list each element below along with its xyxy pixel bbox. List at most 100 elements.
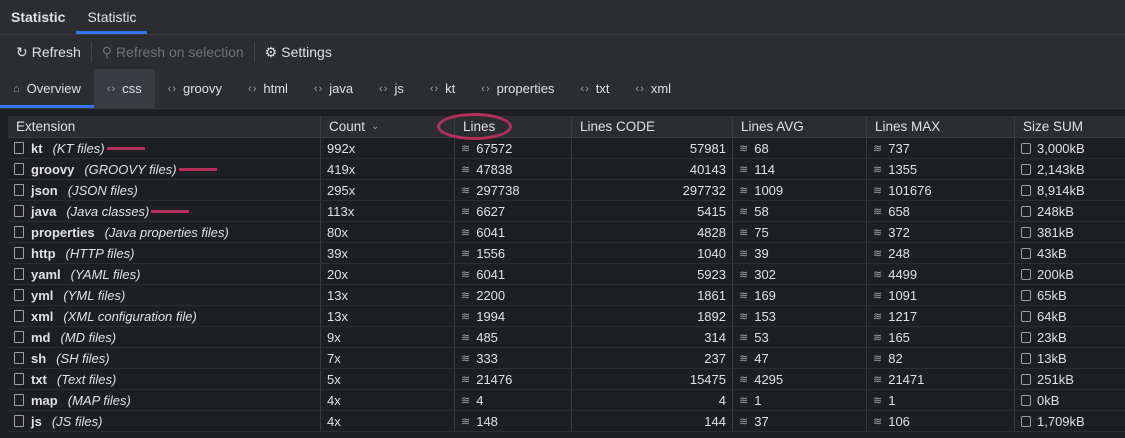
settings-button[interactable]: ⚙ Settings: [261, 44, 336, 61]
size-value: 64kB: [1037, 308, 1067, 324]
tab-Overview[interactable]: ⌂ Overview: [0, 69, 94, 108]
tab-html[interactable]: ‹› html: [235, 69, 301, 108]
table-row[interactable]: sh (SH files) 7x ≋ 333 237 ≋ 47 ≋ 82 13kB: [8, 348, 1125, 369]
table-row[interactable]: md (MD files) 9x ≋ 485 314 ≋ 53 ≋ 165 23kB: [8, 327, 1125, 348]
cell-size-sum: 64kB: [1015, 306, 1125, 326]
layers-icon: ≋: [873, 268, 883, 281]
cell-lines-max: ≋ 82: [867, 348, 1015, 368]
save-icon: [1021, 268, 1031, 280]
cell-lines-max: ≋ 106: [867, 411, 1015, 431]
cell-lines-code: 15475: [572, 369, 733, 389]
avg-value: 302: [754, 266, 776, 282]
cell-extension: java (Java classes): [8, 201, 321, 221]
avg-value: 1009: [754, 182, 784, 198]
table-row[interactable]: yaml (YAML files) 20x ≋ 6041 5923 ≋ 302 ≋ 44…: [8, 264, 1125, 285]
table-row[interactable]: properties (Java properties files) 80x ≋ 6…: [8, 222, 1125, 243]
size-value: 1,709kB: [1037, 413, 1085, 429]
cell-count: 4x: [321, 390, 455, 410]
table-row[interactable]: kt (KT files) 992x ≋ 67572 57981 ≋ 68 ≋ 737 …: [8, 138, 1125, 159]
search-icon: ⚲: [101, 43, 113, 60]
cell-lines: ≋ 6627: [455, 201, 572, 221]
table-row[interactable]: json (JSON files) 295x ≋ 297738 297732 ≋ 10…: [8, 180, 1125, 201]
cell-lines: ≋ 485: [455, 327, 572, 347]
cell-extension: groovy (GROOVY files): [8, 159, 321, 179]
layers-icon: ≋: [873, 394, 883, 407]
column-size-sum[interactable]: Size SUM: [1015, 116, 1125, 137]
cell-size-sum: 251kB: [1015, 369, 1125, 389]
column-lines-max[interactable]: Lines MAX: [867, 116, 1015, 137]
file-icon: [14, 226, 24, 238]
layers-icon: ≋: [873, 163, 883, 176]
tab-properties[interactable]: ‹› properties: [468, 69, 567, 108]
cell-extension: txt (Text files): [8, 369, 321, 389]
tab-txt[interactable]: ‹› txt: [567, 69, 622, 108]
table-row[interactable]: http (HTTP files) 39x ≋ 1556 1040 ≋ 39 ≋ 248…: [8, 243, 1125, 264]
extension-name: sh: [31, 350, 47, 366]
tab-kt[interactable]: ‹› kt: [417, 69, 468, 108]
file-icon: [14, 373, 24, 385]
tab-js[interactable]: ‹› js: [366, 69, 417, 108]
tab-xml[interactable]: ‹› xml: [622, 69, 684, 108]
tab-label: kt: [445, 81, 456, 96]
code-icon: ‹›: [379, 82, 389, 95]
layers-icon: ≋: [873, 331, 883, 344]
tab-java[interactable]: ‹› java: [301, 69, 366, 108]
tab-css[interactable]: ‹› css: [93, 69, 155, 108]
table-row[interactable]: yml (YML files) 13x ≋ 2200 1861 ≋ 169 ≋ 1091…: [8, 285, 1125, 306]
max-value: 1: [888, 392, 896, 408]
table-header: Extension Count ⌄ Lines Lines CODE Lines …: [8, 116, 1125, 138]
layers-icon: ≋: [873, 289, 883, 302]
window-tab-statistic[interactable]: Statistic: [76, 0, 148, 34]
column-lines-avg[interactable]: Lines AVG: [733, 116, 867, 137]
file-icon: [14, 331, 24, 343]
refresh-button[interactable]: ↻ Refresh: [12, 44, 85, 61]
cell-lines-avg: ≋ 58: [733, 201, 867, 221]
table-row[interactable]: groovy (GROOVY files) 419x ≋ 47838 40143 ≋…: [8, 159, 1125, 180]
extension-description: (XML configuration file): [63, 308, 197, 324]
cell-lines-avg: ≋ 68: [733, 138, 867, 158]
cell-extension: json (JSON files): [8, 180, 321, 200]
avg-value: 68: [754, 140, 769, 156]
table-row[interactable]: xml (XML configuration file) 13x ≋ 1994 18…: [8, 306, 1125, 327]
layers-icon: ≋: [461, 373, 471, 386]
code-icon: ‹›: [429, 82, 440, 95]
cell-lines: ≋ 1994: [455, 306, 572, 326]
file-type-tabs: ⌂ Overview ‹› css ‹› groovy ‹› html ‹› java ‹› js ‹›…: [0, 69, 1125, 109]
cell-lines-code: 4: [572, 390, 733, 410]
cell-size-sum: 0kB: [1015, 390, 1125, 410]
cell-lines-max: ≋ 1355: [867, 159, 1015, 179]
layers-icon: ≋: [461, 268, 471, 281]
column-lines-code[interactable]: Lines CODE: [572, 116, 733, 137]
column-extension[interactable]: Extension: [8, 116, 321, 137]
layers-icon: ≋: [739, 163, 749, 176]
column-lines[interactable]: Lines: [455, 116, 572, 137]
cell-size-sum: 3,000kB: [1015, 138, 1125, 158]
max-value: 1091: [888, 287, 918, 303]
table-row[interactable]: js (JS files) 4x ≋ 148 144 ≋ 37 ≋ 106 1,709k…: [8, 411, 1125, 432]
layers-icon: ≋: [873, 415, 883, 428]
layers-icon: ≋: [461, 289, 471, 302]
layers-icon: ≋: [739, 289, 749, 302]
cell-lines: ≋ 4: [455, 390, 572, 410]
cell-lines: ≋ 6041: [455, 222, 572, 242]
refresh-on-selection-button[interactable]: ⚲ Refresh on selection: [98, 44, 248, 61]
table-row[interactable]: java (Java classes) 113x ≋ 6627 5415 ≋ 58 ≋…: [8, 201, 1125, 222]
table-row[interactable]: txt (Text files) 5x ≋ 21476 15475 ≋ 4295 ≋ 2…: [8, 369, 1125, 390]
tab-label: groovy: [183, 81, 223, 96]
layers-icon: ≋: [739, 247, 749, 260]
file-icon: [14, 415, 24, 427]
max-value: 101676: [888, 182, 932, 198]
chevron-down-icon: ⌄: [371, 121, 380, 132]
layers-icon: ≋: [739, 184, 749, 197]
max-value: 248: [888, 245, 910, 261]
tab-groovy[interactable]: ‹› groovy: [155, 69, 235, 108]
code-icon: ‹›: [167, 82, 177, 95]
size-value: 2,143kB: [1037, 161, 1085, 177]
save-icon: [1021, 205, 1031, 217]
table-row[interactable]: map (MAP files) 4x ≋ 4 4 ≋ 1 ≋ 1 0kB: [8, 390, 1125, 411]
max-value: 106: [888, 413, 910, 429]
column-count[interactable]: Count ⌄: [321, 116, 455, 137]
lines-value: 1556: [476, 245, 506, 261]
cell-extension: kt (KT files): [8, 138, 321, 158]
size-value: 251kB: [1037, 371, 1074, 387]
